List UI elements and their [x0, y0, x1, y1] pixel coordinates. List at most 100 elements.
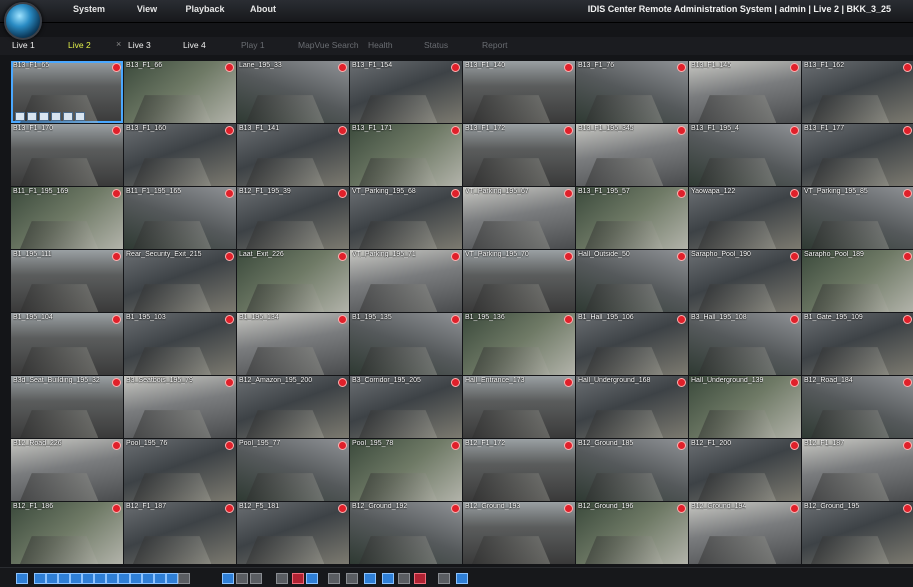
layout-2plus8-icon[interactable]	[130, 573, 142, 584]
camera-tile[interactable]: B12_F1_187	[124, 502, 236, 564]
camera-tile[interactable]: B13_F1_76	[576, 61, 688, 123]
camera-tile[interactable]: B13_F1_140	[463, 61, 575, 123]
layout-5x5-icon[interactable]	[70, 573, 82, 584]
layout-1plus5-icon[interactable]	[94, 573, 106, 584]
menu-system[interactable]: System	[60, 4, 118, 14]
camera-tile[interactable]: B13_F1_195_4	[689, 124, 801, 186]
print-icon[interactable]	[364, 573, 376, 584]
camera-tile[interactable]: B12_Road_226	[11, 439, 123, 501]
camera-tile[interactable]: B1_195_111	[11, 250, 123, 312]
camera-tile[interactable]: Hall_Outside_50	[576, 250, 688, 312]
camera-tile[interactable]: B1_195_103	[124, 313, 236, 375]
tab-live-2[interactable]: Live 2	[68, 40, 91, 50]
close-tab-icon[interactable]: ×	[116, 39, 121, 49]
layout-4x4-icon[interactable]	[58, 573, 70, 584]
camera-tile[interactable]: B12_Ground_185	[576, 439, 688, 501]
camera-tile[interactable]: B12_Ground_195	[802, 502, 913, 564]
camera-tile[interactable]: B13_F1_171	[350, 124, 462, 186]
tab-status[interactable]: Status	[424, 40, 448, 50]
snapshot-icon[interactable]	[39, 112, 49, 121]
camera-tile[interactable]: B3_Seatbois_195_79	[124, 376, 236, 438]
camera-tile[interactable]: Pool_195_76	[124, 439, 236, 501]
camera-tile[interactable]: Hall_Underground_168	[576, 376, 688, 438]
camera-tile[interactable]: B3d_Seat_Building_195_32	[11, 376, 123, 438]
layout-2x2-icon[interactable]	[34, 573, 46, 584]
layout-more-icon[interactable]	[178, 573, 190, 584]
menu-view[interactable]: View	[118, 4, 176, 14]
zoom-icon[interactable]	[27, 112, 37, 121]
camera-tile[interactable]: Pool_195_78	[350, 439, 462, 501]
record-toggle-icon[interactable]	[414, 573, 426, 584]
camera-tile[interactable]: B13_F1_170	[11, 124, 123, 186]
layout-1plus12-icon[interactable]	[118, 573, 130, 584]
camera-tile[interactable]: B1_Hall_195_106	[576, 313, 688, 375]
camera-tile[interactable]: B12_F5_181	[237, 502, 349, 564]
camera-tile[interactable]: B13_F1_162	[802, 61, 913, 123]
tab-live-3[interactable]: Live 3	[128, 40, 151, 50]
camera-tile[interactable]: VT_Parking_195_71	[350, 250, 462, 312]
next-page-icon[interactable]	[250, 573, 262, 584]
camera-tile[interactable]: B13_F1_160	[124, 124, 236, 186]
camera-tile[interactable]: B1_195_134	[237, 313, 349, 375]
bookmark-icon[interactable]	[292, 573, 304, 584]
panel-icon[interactable]	[306, 573, 318, 584]
camera-tile[interactable]: Pool_195_77	[237, 439, 349, 501]
ptz-icon[interactable]	[15, 112, 25, 121]
camera-tile[interactable]: B13_F1_65	[11, 61, 123, 123]
camera-tile[interactable]: B1_195_104	[11, 313, 123, 375]
grid-view-icon[interactable]	[328, 573, 340, 584]
camera-tile[interactable]: Sarapho_Pool_189	[802, 250, 913, 312]
tab-live-1[interactable]: Live 1	[12, 40, 35, 50]
camera-tile[interactable]: Hall_Underground_139	[689, 376, 801, 438]
settings-icon[interactable]	[438, 573, 450, 584]
layout-1plus7-icon[interactable]	[106, 573, 118, 584]
layout-6x6-icon[interactable]	[82, 573, 94, 584]
previous-page-icon[interactable]	[236, 573, 248, 584]
tab-mapvue-search[interactable]: MapVue Search	[298, 40, 359, 50]
camera-tile[interactable]: B13_F1_177	[802, 124, 913, 186]
playback-icon[interactable]	[75, 112, 85, 121]
camera-tile[interactable]: VT_Parking_195_68	[350, 187, 462, 249]
audio-icon[interactable]	[51, 112, 61, 121]
alarm-icon[interactable]	[398, 573, 410, 584]
camera-tile[interactable]: B12_Ground_194	[689, 502, 801, 564]
camera-tile[interactable]: B13_F1_66	[124, 61, 236, 123]
camera-tile[interactable]: B3_Corridor_195_205	[350, 376, 462, 438]
snapshot-icon[interactable]	[346, 573, 358, 584]
export-icon[interactable]	[382, 573, 394, 584]
tab-report[interactable]: Report	[482, 40, 508, 50]
camera-tile[interactable]: VT_Parking_195_67	[463, 187, 575, 249]
camera-tile[interactable]: B12_F1_195_39	[237, 187, 349, 249]
camera-tile[interactable]: B1_195_136	[463, 313, 575, 375]
menu-playback[interactable]: Playback	[176, 4, 234, 14]
layout-7x7-icon[interactable]	[142, 573, 154, 584]
camera-tile[interactable]: B13_F1_154	[350, 61, 462, 123]
camera-tile[interactable]: B12_F1_187	[802, 439, 913, 501]
camera-tile[interactable]: Lane_195_33	[237, 61, 349, 123]
camera-tile[interactable]: B12_Amazon_195_200	[237, 376, 349, 438]
layout-custom-icon[interactable]	[166, 573, 178, 584]
layout-3x3-icon[interactable]	[46, 573, 58, 584]
layout-8x8-icon[interactable]	[154, 573, 166, 584]
camera-tile[interactable]: B13_F1_195_57	[576, 187, 688, 249]
camera-tile[interactable]: B11_F1_195_165	[124, 187, 236, 249]
camera-tile[interactable]: B12_Ground_193	[463, 502, 575, 564]
camera-tile[interactable]: B12_Road_184	[802, 376, 913, 438]
fullscreen-icon[interactable]	[222, 573, 234, 584]
camera-tile[interactable]: Yaowapa_122	[689, 187, 801, 249]
camera-tile[interactable]: Rear_Security_Exit_215	[124, 250, 236, 312]
camera-tile[interactable]: B12_Ground_196	[576, 502, 688, 564]
camera-tile[interactable]: VT_Parking_195_85	[802, 187, 913, 249]
camera-tile[interactable]: Sarapho_Pool_190	[689, 250, 801, 312]
menu-about[interactable]: About	[234, 4, 292, 14]
help-icon[interactable]	[456, 573, 468, 584]
layout-1x1-icon[interactable]	[16, 573, 28, 584]
camera-tile[interactable]: Laat_Exit_226	[237, 250, 349, 312]
camera-tile[interactable]: B13_F1_141	[237, 124, 349, 186]
tab-health[interactable]: Health	[368, 40, 393, 50]
camera-tile[interactable]: B3_Hall_195_108	[689, 313, 801, 375]
sequence-icon[interactable]	[276, 573, 288, 584]
camera-tile[interactable]: B12_F1_186	[11, 502, 123, 564]
app-logo-icon[interactable]	[4, 2, 42, 40]
record-icon[interactable]	[63, 112, 73, 121]
